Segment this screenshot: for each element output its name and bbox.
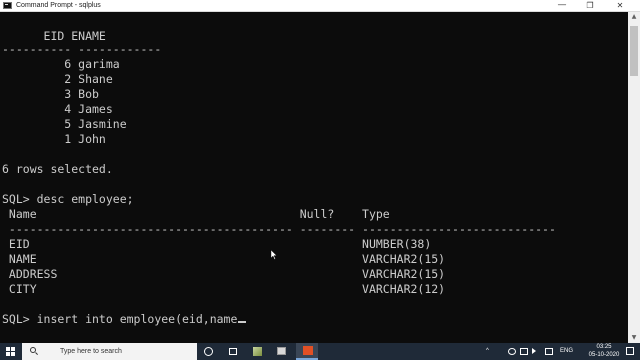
console-output[interactable]: EID ENAME ---------- ------------ 6 gari… — [0, 12, 628, 343]
search-placeholder: Type here to search — [60, 348, 122, 355]
tray-icon[interactable] — [508, 348, 516, 355]
close-button[interactable]: ✕ — [606, 0, 634, 11]
command-input-line[interactable]: SQL> insert into employee(eid,name — [2, 312, 247, 327]
clock[interactable]: 03:25 05-10-2020 — [586, 344, 622, 359]
title-bar: Command Prompt - sqlplus — ❐ ✕ — [0, 0, 640, 12]
console-line: Name Null? Type — [2, 207, 390, 221]
console-line: 6 garima — [2, 57, 120, 71]
console-line: 6 rows selected. — [2, 162, 113, 176]
command-text: SQL> insert into employee(eid,name — [2, 312, 238, 326]
notification-icon[interactable] — [626, 347, 634, 355]
mouse-pointer-icon — [271, 250, 277, 260]
volume-icon[interactable] — [532, 348, 536, 354]
scroll-up-button[interactable]: ▲ — [628, 12, 640, 22]
terminal-app-icon — [3, 2, 12, 9]
maximize-button[interactable]: ❐ — [576, 0, 604, 11]
task-view-icon[interactable] — [222, 343, 244, 360]
minimize-button[interactable]: — — [548, 0, 576, 11]
scroll-thumb[interactable] — [630, 26, 638, 76]
taskbar: Type here to search ^ ENG 03:25 05-10-20… — [0, 343, 640, 360]
console-line: 5 Jasmine — [2, 117, 127, 131]
console-line: ---------- ------------ — [2, 42, 162, 56]
vertical-scrollbar[interactable]: ▲ ▼ — [628, 12, 640, 343]
console-line: 1 John — [2, 132, 106, 146]
file-app-icon[interactable] — [246, 343, 268, 360]
console-line: EID NUMBER(38) — [2, 237, 432, 251]
console-line: NAME VARCHAR2(15) — [2, 252, 446, 266]
console-line: 2 Shane — [2, 72, 113, 86]
scroll-down-button[interactable]: ▼ — [628, 333, 640, 343]
windows-start-icon[interactable] — [0, 343, 22, 360]
console-line: SQL> desc employee; — [2, 192, 134, 206]
text-cursor — [238, 321, 247, 323]
search-icon — [30, 347, 36, 353]
clock-date: 05-10-2020 — [588, 351, 620, 358]
language-indicator[interactable]: ENG — [560, 343, 573, 360]
console-line: 4 James — [2, 102, 113, 116]
taskbar-search-box[interactable]: Type here to search — [22, 343, 197, 360]
console-line: 3 Bob — [2, 87, 99, 101]
battery-icon[interactable] — [545, 348, 553, 355]
show-hidden-icons-button[interactable]: ^ — [486, 343, 489, 360]
window-app-icon[interactable] — [270, 343, 292, 360]
clock-time: 03:25 — [596, 344, 612, 350]
window-title: Command Prompt - sqlplus — [16, 2, 101, 9]
cortana-icon[interactable] — [198, 343, 220, 360]
console-line: ADDRESS VARCHAR2(15) — [2, 267, 446, 281]
console-line: CITY VARCHAR2(12) — [2, 282, 446, 296]
command-prompt-taskbar-icon[interactable] — [296, 343, 318, 360]
console-line: ----------------------------------------… — [2, 222, 556, 236]
network-icon[interactable] — [520, 348, 528, 355]
